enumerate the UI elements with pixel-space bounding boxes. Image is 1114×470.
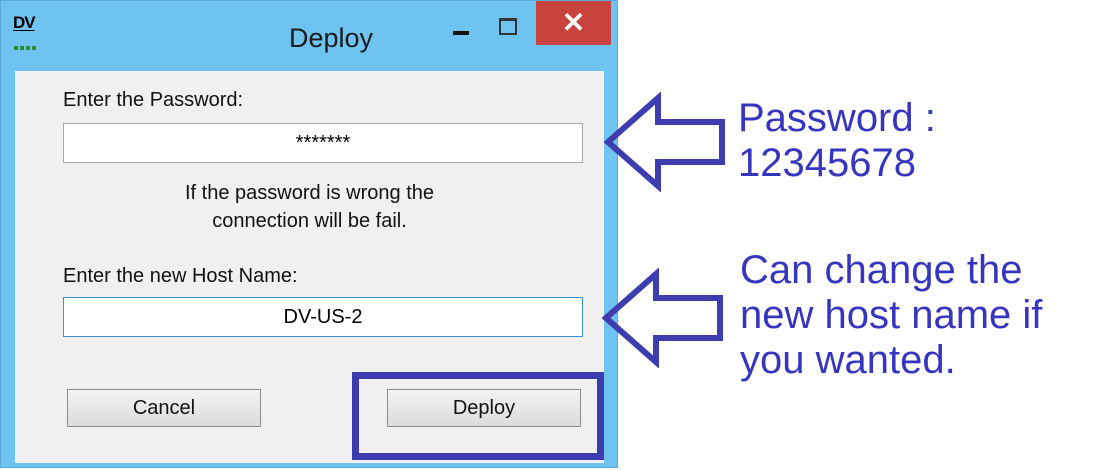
host-name-label: Enter the new Host Name: [63, 265, 298, 287]
host-annotation-line-3: you wanted. [740, 338, 956, 382]
maximize-icon[interactable] [499, 18, 517, 35]
host-annotation-line-2: new host name if [740, 293, 1043, 337]
left-arrow-icon [601, 268, 723, 368]
password-annotation-line-1: Password : [738, 96, 936, 140]
host-annotation-line-1: Can change the [740, 248, 1023, 292]
close-icon[interactable]: ✕ [536, 1, 611, 45]
cancel-button[interactable]: Cancel [67, 389, 261, 427]
password-annotation-line-2: 12345678 [738, 141, 916, 185]
password-field[interactable]: ******* [63, 123, 583, 163]
host-name-field[interactable]: DV-US-2 [63, 297, 583, 337]
warning-line-2: connection will be fail. [212, 210, 407, 232]
password-label: Enter the Password: [63, 89, 244, 111]
left-arrow-icon [603, 92, 725, 192]
minimize-icon[interactable] [453, 31, 469, 35]
warning-line-1: If the password is wrong the [184, 182, 434, 204]
title-bar[interactable]: DV Deploy ✕ [1, 1, 619, 71]
deploy-highlight-box [352, 372, 604, 460]
